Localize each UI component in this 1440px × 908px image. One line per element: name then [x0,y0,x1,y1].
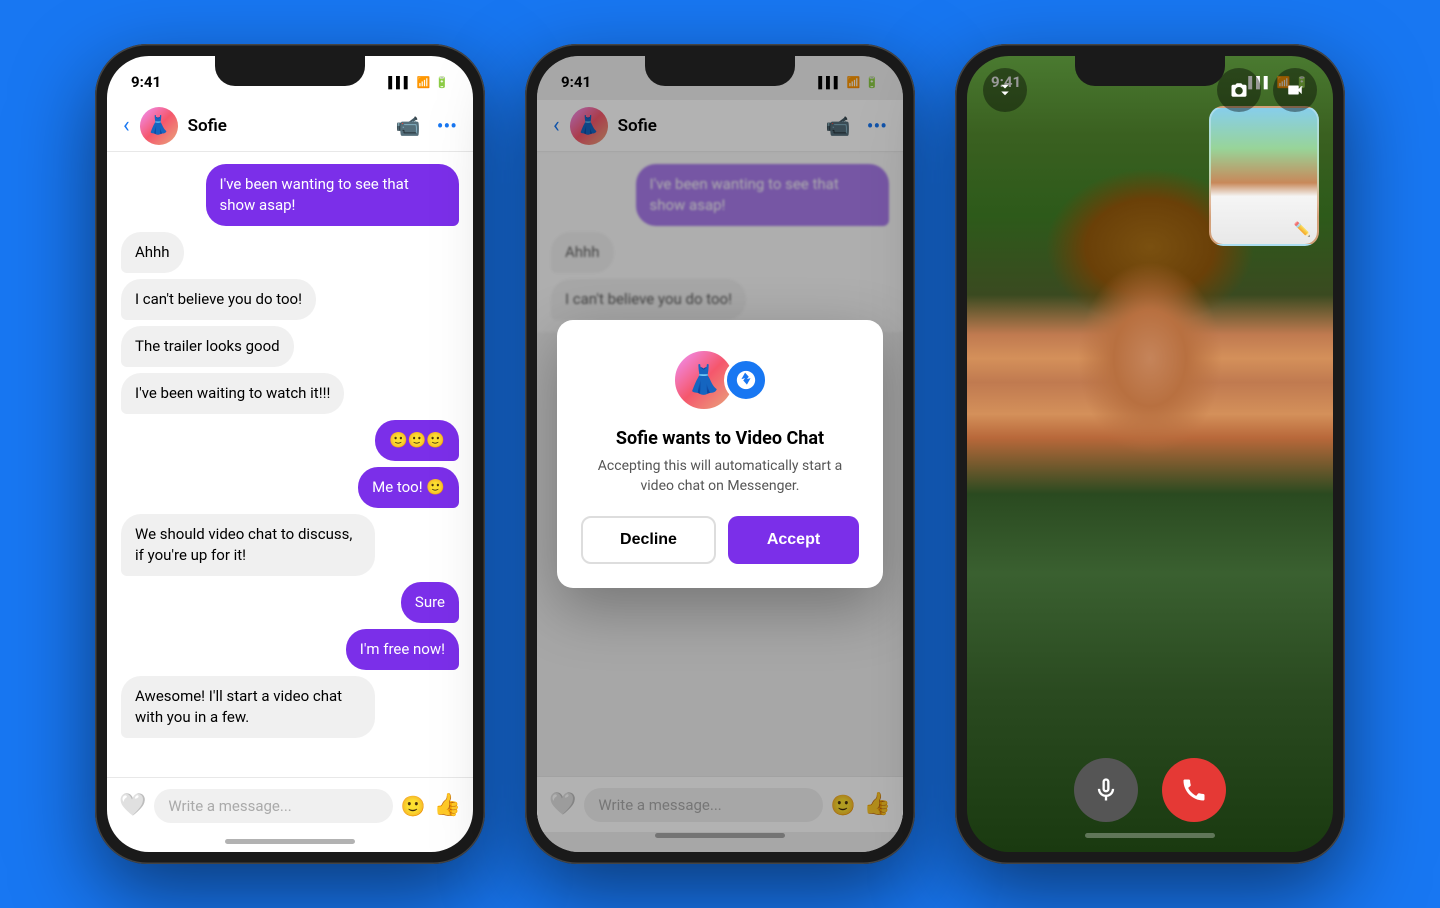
notch-2 [645,56,795,86]
status-time-1: 9:41 [131,73,161,91]
back-button-1[interactable]: ‹ [123,113,130,138]
phone-1: 9:41 ▌▌▌ 📶 🔋 ‹ 👗 Sofie 📹 ••• [95,44,485,864]
messenger-icon [724,358,768,402]
msg-7: Me too! 🙂 [358,467,459,508]
nav-actions-1: 📹 ••• [396,114,457,138]
video-bottom-controls [967,758,1333,822]
minimize-button[interactable] [983,68,1027,112]
wifi-icon: 📶 [417,76,431,89]
input-placeholder-1: Write a message... [168,797,291,815]
modal-title: Sofie wants to Video Chat [581,428,859,449]
msg-9: Sure [401,582,459,623]
video-call-button-1[interactable]: 📹 [396,114,421,138]
msg-2: Ahhh [121,232,184,273]
chat-area-1: I've been wanting to see that show asap!… [107,152,473,777]
notch-3 [1075,56,1225,86]
msg-3: I can't believe you do too! [121,279,316,320]
phone-2: 9:41 ▌▌▌ 📶 🔋 ‹ 👗 Sofie 📹 ••• I've [525,44,915,864]
msg-10: I'm free now! [346,629,459,670]
status-icons-1: ▌▌▌ 📶 🔋 [388,76,449,89]
decline-button[interactable]: Decline [581,516,716,564]
top-right-controls [1217,68,1317,112]
msg-4: The trailer looks good [121,326,294,367]
msg-1: I've been wanting to see that show asap! [206,164,460,226]
msg-11: Awesome! I'll start a video chat with yo… [121,676,375,738]
modal-description: Accepting this will automatically start … [581,457,859,496]
phone-3: 9:41 ▌▌▌ 📶 🔋 [955,44,1345,864]
modal-avatars: 👗 [581,348,859,412]
flip-camera-button[interactable] [1217,68,1261,112]
signal-icon: ▌▌▌ [388,76,411,89]
notch-1 [215,56,365,86]
contact-name-1: Sofie [188,116,386,136]
msg-6: 🙂🙂🙂 [375,420,459,461]
mute-button[interactable] [1074,758,1138,822]
like-button-1[interactable]: 👍 [434,793,461,818]
home-indicator-1 [225,839,355,844]
input-bar-1: 🤍 Write a message... 🙂 👍 [107,777,473,833]
accept-button[interactable]: Accept [728,516,859,564]
switch-camera-button[interactable] [1273,68,1317,112]
msg-5: I've been waiting to watch it!!! [121,373,344,414]
pip-video[interactable]: ✏️ [1209,106,1319,246]
battery-icon: 🔋 [435,76,449,89]
heart-icon-1[interactable]: 🤍 [119,793,146,818]
home-indicator-3 [1085,833,1215,838]
end-call-button[interactable] [1162,758,1226,822]
msg-8: We should video chat to discuss, if you'… [121,514,375,576]
emoji-button-1[interactable]: 🙂 [401,794,426,818]
more-button-1[interactable]: ••• [437,114,457,138]
pip-edit-icon: ✏️ [1294,222,1311,238]
video-chat-modal: 👗 Sofie wants to Video Chat Accepting th… [557,320,883,588]
modal-buttons: Decline Accept [581,516,859,564]
message-input-1[interactable]: Write a message... [154,789,392,823]
avatar-1: 👗 [140,107,178,145]
nav-bar-1: ‹ 👗 Sofie 📹 ••• [107,100,473,152]
modal-overlay: 👗 Sofie wants to Video Chat Accepting th… [537,56,903,852]
